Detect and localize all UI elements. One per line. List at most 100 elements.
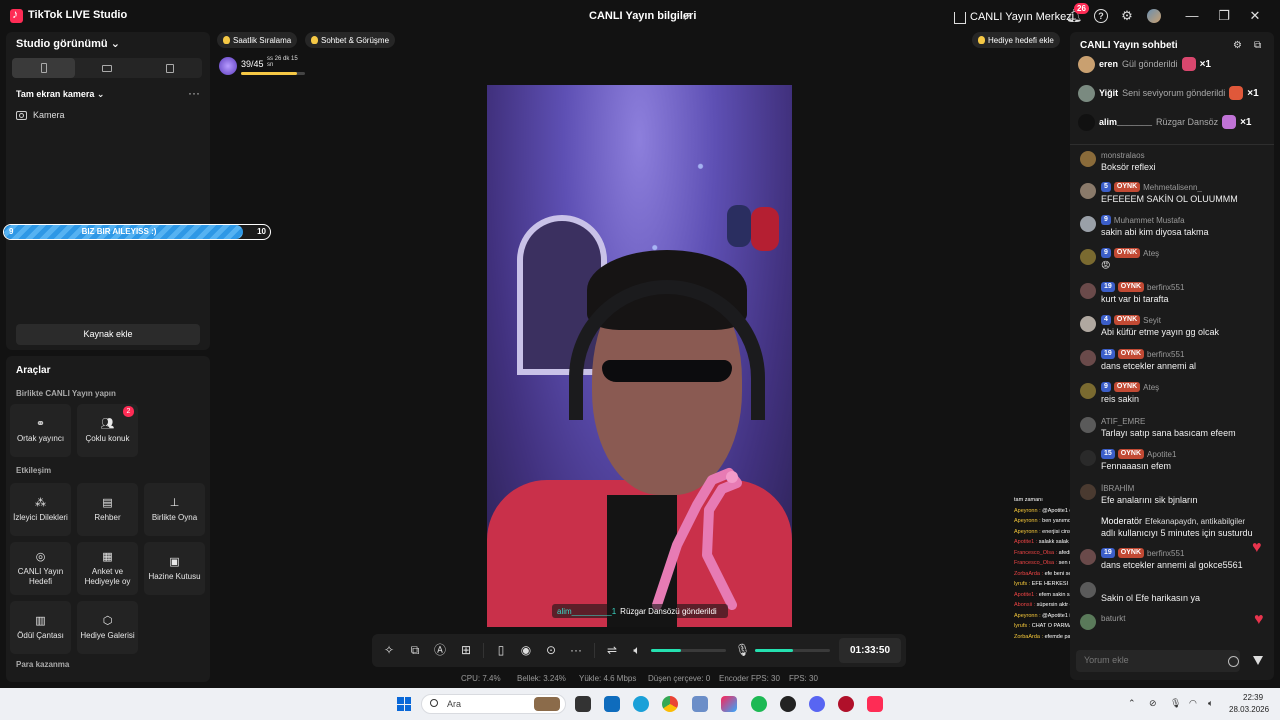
emoji-icon[interactable] — [1228, 656, 1239, 667]
clock-date[interactable]: 28.03.2026 — [1229, 705, 1269, 714]
effects-icon[interactable]: ⧉ — [408, 643, 422, 657]
avatar[interactable] — [1080, 383, 1096, 399]
chat-pill[interactable]: Sohbet & Görüşme — [305, 32, 396, 48]
avatar[interactable] — [1080, 151, 1096, 167]
ai-icon[interactable]: Ⓐ — [433, 643, 447, 657]
help-icon[interactable]: ? — [1094, 9, 1108, 23]
more-icon[interactable]: ··· — [569, 643, 583, 657]
avatar[interactable] — [1080, 183, 1096, 199]
outlook-icon[interactable] — [604, 696, 620, 712]
volume-tray-icon[interactable]: 🔈︎ — [1208, 698, 1213, 709]
username[interactable]: Moderatör — [1101, 516, 1142, 526]
username[interactable]: monstralaos — [1101, 151, 1145, 160]
landscape-option[interactable] — [75, 58, 138, 78]
live-center-button[interactable]: CANLI Yayın Merkezi — [954, 9, 1074, 24]
gift-goal-pill[interactable]: Hediye hedefi ekle — [972, 32, 1060, 48]
avatar[interactable] — [1080, 614, 1096, 630]
username[interactable]: Mehmetalisenn_ — [1143, 183, 1202, 192]
maximize-button[interactable]: ❐ — [1214, 6, 1234, 26]
username[interactable]: İBRAHİM — [1101, 484, 1134, 493]
username[interactable]: baturkt — [1101, 614, 1125, 623]
divider — [1070, 144, 1274, 145]
username[interactable]: berfinx551 — [1147, 549, 1184, 558]
phone-icon[interactable]: ▯ — [494, 643, 508, 657]
tray-chevron-icon[interactable]: ⌃ — [1128, 698, 1136, 709]
media-icon[interactable] — [838, 696, 854, 712]
username[interactable]: Muhammet Mustafa — [1114, 216, 1185, 225]
hourly-ranking-pill[interactable]: Saatlik Sıralama — [217, 32, 298, 48]
copilot-icon[interactable] — [721, 696, 737, 712]
screenshot-icon[interactable]: ⊙ — [544, 643, 558, 657]
tiktok-taskbar-icon[interactable] — [867, 696, 883, 712]
viewer-requests-button[interactable]: ⁂ İzleyici Dilekleri — [10, 483, 71, 536]
play-together-button[interactable]: ⊥ Birlikte Oyna — [144, 483, 205, 536]
multi-guest-button[interactable]: 2 👥︎ Çoklu konuk — [77, 404, 138, 457]
spotify-icon[interactable] — [751, 696, 767, 712]
steam-icon[interactable] — [780, 696, 796, 712]
username[interactable]: ATIF_EMRE — [1101, 417, 1145, 426]
avatar[interactable] — [1080, 549, 1096, 565]
discord-icon[interactable] — [809, 696, 825, 712]
avatar[interactable] — [1080, 350, 1096, 366]
app-icon[interactable] — [692, 696, 708, 712]
coin-goal-widget[interactable]: 39/45 ss 26 dk 15 sn — [219, 56, 305, 78]
minimize-button[interactable]: — — [1182, 6, 1202, 26]
send-icon[interactable] — [1253, 656, 1263, 665]
avatar[interactable] — [1080, 582, 1096, 598]
live-info-button[interactable]: CANLI Yayın bilgileri — [589, 10, 696, 22]
edge-icon[interactable] — [633, 696, 649, 712]
avatar[interactable] — [1080, 216, 1096, 232]
gear-icon[interactable]: ⚙ — [1119, 8, 1135, 24]
username[interactable]: Seyit — [1143, 316, 1161, 325]
network-off-icon[interactable]: ⊘ — [1149, 698, 1157, 709]
username[interactable]: Ateş — [1143, 383, 1159, 392]
dual-option[interactable] — [139, 58, 202, 78]
speaker-icon[interactable]: 🔈︎ — [630, 643, 644, 657]
avatar[interactable] — [1080, 283, 1096, 299]
add-media-icon[interactable]: ⊞ — [459, 643, 473, 657]
audio-settings-icon[interactable]: ⇌ — [605, 643, 619, 657]
poll-button[interactable]: ▦ Anket ve Hediyeyle oy — [77, 542, 138, 595]
avatar[interactable] — [1080, 316, 1096, 332]
clock-time[interactable]: 22:39 — [1243, 693, 1263, 702]
chrome-icon[interactable] — [662, 696, 678, 712]
avatar[interactable] — [1147, 9, 1161, 23]
guide-button[interactable]: ▤ Rehber — [77, 483, 138, 536]
microphone-icon[interactable]: 🎙︎ — [735, 643, 750, 657]
avatar[interactable] — [1080, 450, 1096, 466]
treasure-box-button[interactable]: ▣ Hazine Kutusu — [144, 542, 205, 595]
username[interactable]: berfinx551 — [1147, 350, 1184, 359]
magic-wand-icon[interactable]: ✧ — [382, 643, 396, 657]
mic-tray-icon[interactable]: 🎙︎ — [1170, 698, 1181, 709]
scene-dropdown[interactable]: Tam ekran kamera — [16, 89, 104, 100]
avatar[interactable] — [1080, 417, 1096, 433]
share-icon[interactable]: ⇗ — [682, 9, 694, 23]
portrait-option[interactable] — [12, 58, 76, 78]
gift-row[interactable]: eren Gül gönderildi ×1 — [1078, 54, 1270, 74]
gift-gallery-button[interactable]: ⬡ Hediye Galerisi — [77, 601, 138, 654]
username[interactable]: Apotite1 — [1147, 450, 1176, 459]
cohost-button[interactable]: ⚭ Ortak yayıncı — [10, 404, 71, 457]
more-options-icon[interactable]: ··· — [188, 86, 200, 100]
gift-row[interactable]: alim_______ Rüzgar Dansöz ×1 — [1078, 112, 1270, 132]
wifi-icon[interactable]: ◠ — [1189, 698, 1197, 709]
username[interactable]: Ateş — [1143, 249, 1159, 258]
live-goal-button[interactable]: ◎ CANLI Yayın Hedefi — [10, 542, 71, 595]
close-button[interactable]: ✕ — [1245, 6, 1265, 26]
popout-icon[interactable]: ⧉ — [1254, 41, 1264, 51]
record-icon[interactable]: ◉ — [519, 643, 533, 657]
windows-start-icon[interactable] — [397, 697, 411, 711]
add-source-button[interactable]: Kaynak ekle — [16, 324, 200, 345]
source-camera[interactable]: Kamera — [16, 110, 65, 120]
gift-row[interactable]: Yiğit Seni seviyorum gönderildi ×1 — [1078, 83, 1270, 103]
settings-icon[interactable]: ⚙ — [1233, 41, 1243, 51]
mic-volume-slider[interactable] — [755, 649, 830, 652]
username[interactable]: berfinx551 — [1147, 283, 1184, 292]
speaker-volume-slider[interactable] — [651, 649, 726, 652]
avatar[interactable] — [1080, 484, 1096, 500]
comment-input[interactable]: Yorum ekle — [1076, 650, 1240, 672]
reward-bag-button[interactable]: ▥ Ödül Çantası — [10, 601, 71, 654]
avatar[interactable] — [1080, 249, 1096, 265]
task-view-icon[interactable] — [575, 696, 591, 712]
studio-view-dropdown[interactable]: Studio görünümü — [16, 37, 120, 50]
